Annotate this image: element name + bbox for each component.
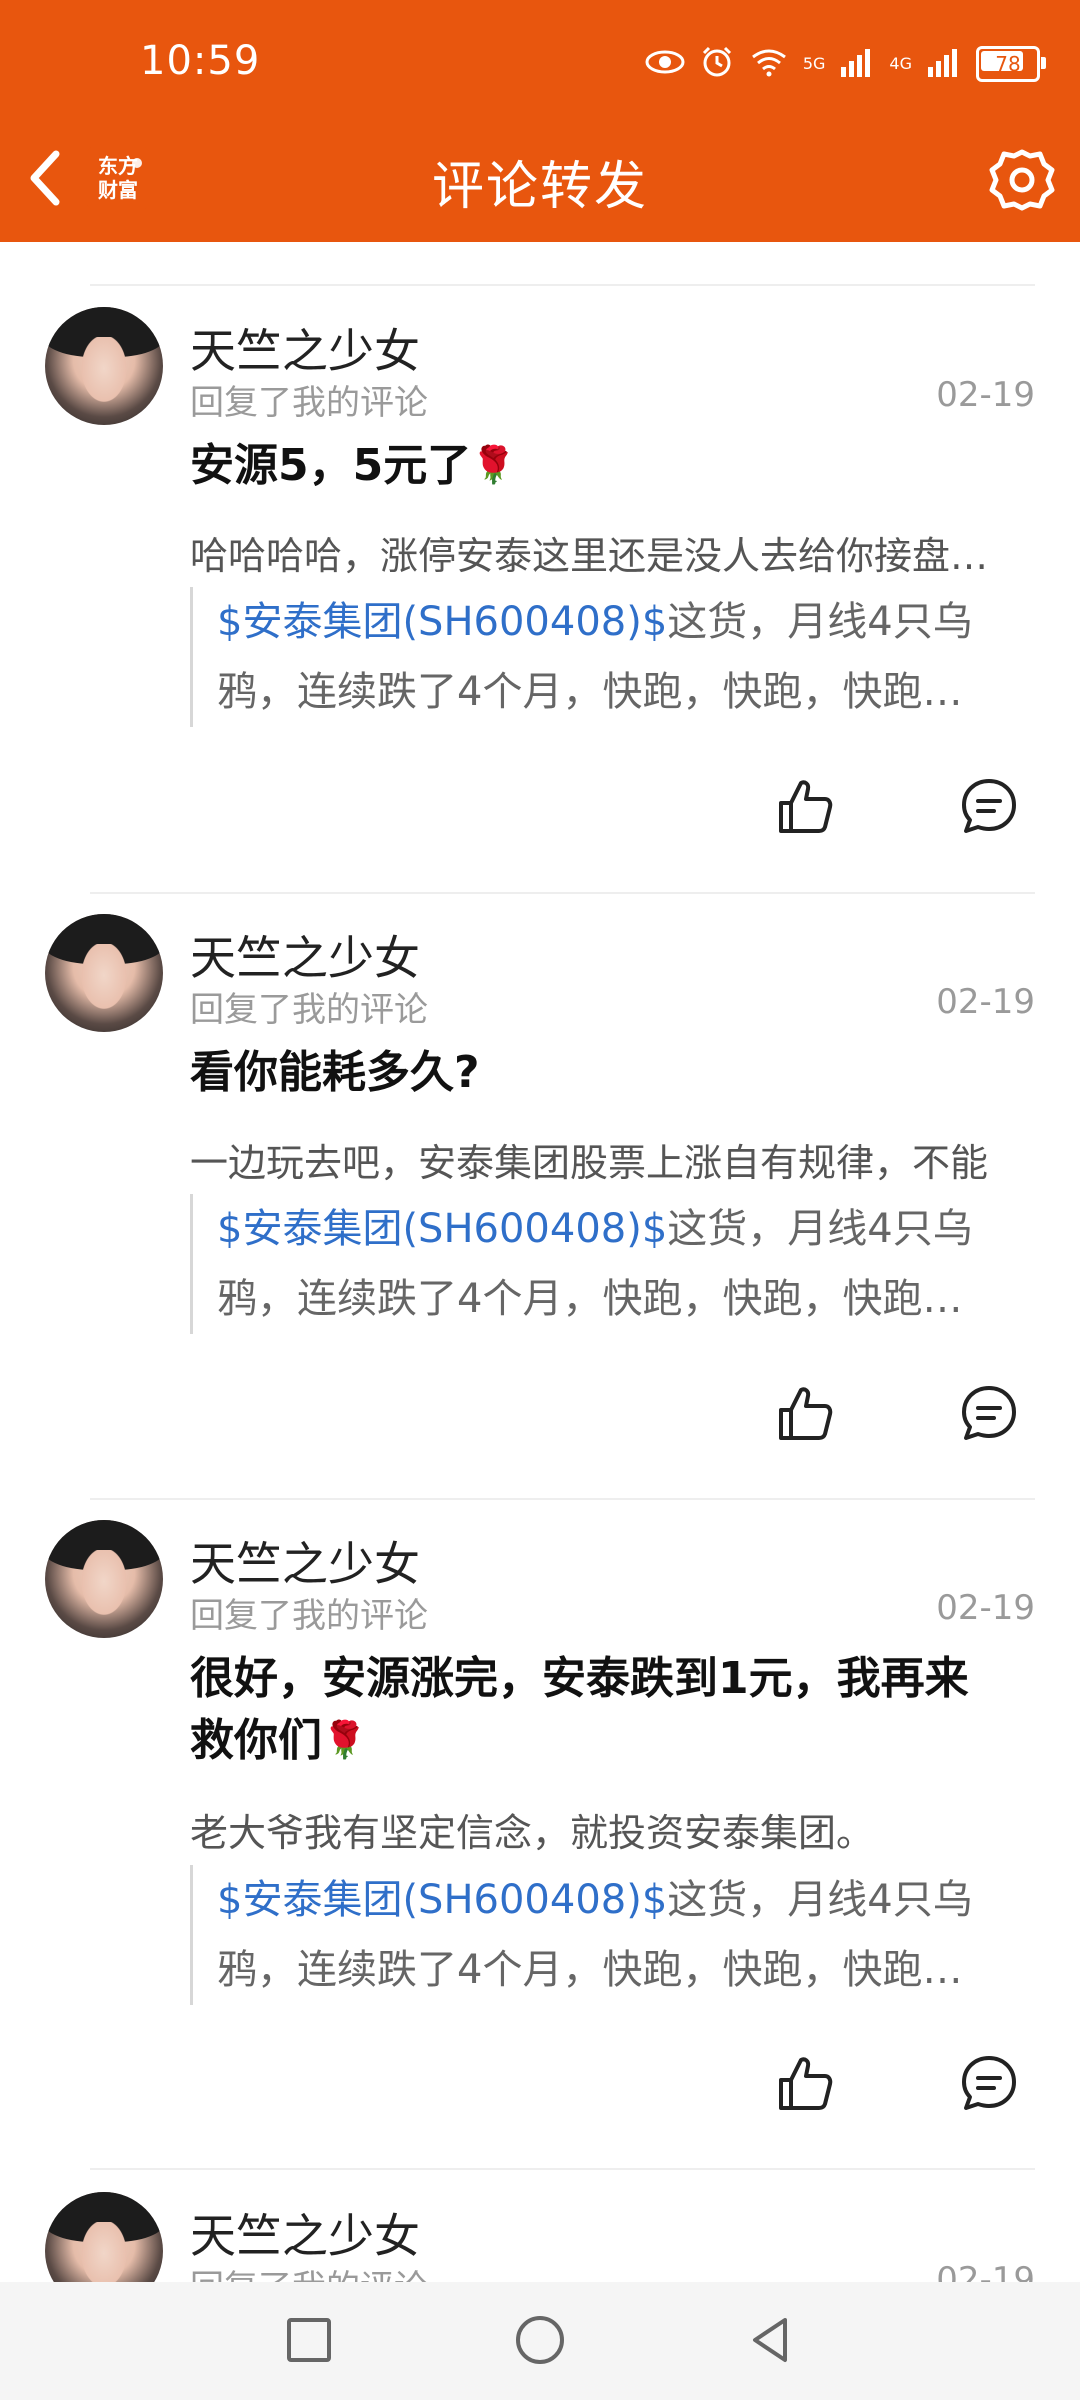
comment-preview: 老大爷我有坚定信念，就投资安泰集团。	[190, 1811, 875, 1855]
stock-link[interactable]: $安泰集团(SH600408)$	[217, 599, 667, 645]
rose-icon: 🌹	[322, 1720, 367, 1761]
stock-link[interactable]: $安泰集团(SH600408)$	[217, 1877, 667, 1923]
action-label: 回复了我的评论	[190, 2260, 428, 2282]
username[interactable]: 天竺之少女	[190, 1528, 420, 1594]
avatar[interactable]	[45, 2192, 163, 2282]
home-button[interactable]	[510, 2310, 570, 2370]
comment-button[interactable]	[958, 775, 1020, 837]
like-button[interactable]	[773, 1382, 835, 1444]
stock-link[interactable]: $安泰集团(SH600408)$	[217, 1206, 667, 1252]
back-nav-button[interactable]	[741, 2310, 801, 2370]
quote-text: 这货，月线4只乌	[667, 599, 973, 645]
rose-icon: 🌹	[471, 445, 517, 486]
network-4g-label: 4G	[889, 54, 912, 73]
avatar[interactable]	[45, 307, 163, 425]
quoted-post[interactable]: $安泰集团(SH600408)$这货，月线4只乌 鸦，连续跌了4个月，快跑，快跑…	[190, 587, 1035, 727]
quote-text: 鸦，连续跌了4个月，快跑，快跑，快跑…	[217, 669, 963, 715]
quote-text: 鸦，连续跌了4个月，快跑，快跑，快跑…	[217, 1947, 963, 1993]
navigation-bar: 东方 财富 评论转发	[0, 120, 1080, 242]
action-label: 回复了我的评论	[190, 990, 428, 1030]
comment-date: 02-19	[936, 2260, 1035, 2282]
signal-icon	[839, 47, 875, 81]
quoted-post[interactable]: $安泰集团(SH600408)$这货，月线4只乌 鸦，连续跌了4个月，快跑，快跑…	[190, 1865, 1035, 2005]
divider	[90, 284, 1035, 286]
reply-text: 安源5，5元了🌹	[190, 440, 517, 491]
divider	[90, 2168, 1035, 2170]
quote-text: 这货，月线4只乌	[667, 1206, 973, 1252]
status-bar: 10:59 5G 4G 78	[0, 0, 1080, 120]
username[interactable]: 天竺之少女	[190, 922, 420, 988]
action-label: 回复了我的评论	[190, 1596, 428, 1636]
battery-level: 78	[995, 52, 1021, 76]
comment-preview: 哈哈哈哈，涨停安泰这里还是没人去给你接盘…	[190, 534, 989, 578]
divider	[90, 1498, 1035, 1500]
reply-text: 很好，安源涨完，安泰跌到1元，我再来 救你们🌹	[190, 1653, 969, 1766]
eye-icon	[645, 48, 685, 80]
comment-button[interactable]	[958, 2052, 1020, 2114]
comment-button[interactable]	[958, 1382, 1020, 1444]
signal-icon	[926, 47, 962, 81]
avatar[interactable]	[45, 914, 163, 1032]
quoted-post[interactable]: $安泰集团(SH600408)$这货，月线4只乌 鸦，连续跌了4个月，快跑，快跑…	[190, 1194, 1035, 1334]
comment-date: 02-19	[936, 375, 1035, 415]
comment-list: 天竺之少女 回复了我的评论 02-19 安源5，5元了🌹 哈哈哈哈，涨停安泰这里…	[0, 242, 1080, 2282]
network-5g-label: 5G	[802, 54, 826, 73]
comment-date: 02-19	[936, 1588, 1035, 1628]
quote-text: 这货，月线4只乌	[667, 1877, 973, 1923]
top-app-bar: 10:59 5G 4G 78 东方 财富 评论转发	[0, 0, 1080, 242]
battery-icon: 78	[976, 46, 1046, 82]
page-title: 评论转发	[431, 157, 648, 217]
system-navigation-bar	[0, 2282, 1080, 2400]
action-label: 回复了我的评论	[190, 383, 428, 423]
like-button[interactable]	[773, 775, 835, 837]
alarm-icon	[699, 44, 735, 84]
avatar[interactable]	[45, 1520, 163, 1638]
divider	[90, 892, 1035, 894]
username[interactable]: 天竺之少女	[190, 315, 420, 381]
comment-date: 02-19	[936, 982, 1035, 1022]
username[interactable]: 天竺之少女	[190, 2200, 420, 2266]
comment-preview: 一边玩去吧，安泰集团股票上涨自有规律，不能	[190, 1141, 989, 1185]
like-button[interactable]	[773, 2052, 835, 2114]
status-time: 10:59	[140, 38, 261, 84]
reply-text: 看你能耗多久?	[190, 1047, 480, 1098]
settings-button[interactable]	[986, 144, 1058, 216]
quote-text: 鸦，连续跌了4个月，快跑，快跑，快跑…	[217, 1276, 963, 1322]
status-icons: 5G 4G 78	[645, 42, 1046, 86]
wifi-icon	[749, 47, 789, 81]
recent-apps-button[interactable]	[279, 2310, 339, 2370]
